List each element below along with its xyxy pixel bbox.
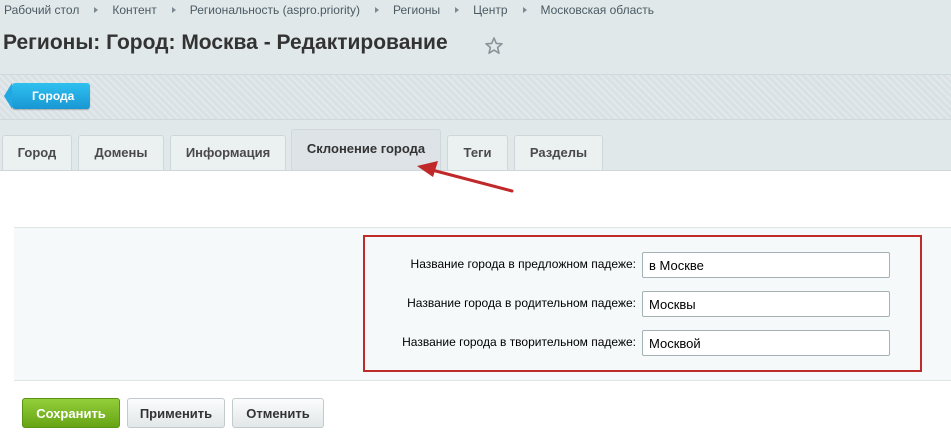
chevron-right-icon [94, 7, 99, 13]
tab-content: Название города в предложном падеже: Наз… [0, 170, 951, 433]
tab-city[interactable]: Город [2, 135, 72, 170]
star-icon[interactable] [484, 36, 504, 56]
form-row-instrumental: Название города в творительном падеже: [365, 330, 924, 358]
form-row-genitive: Название города в родительном падеже: [365, 291, 924, 319]
field-label-prepositional: Название города в предложном падеже: [410, 257, 636, 271]
chevron-right-icon [374, 7, 379, 13]
breadcrumb-item-moscow-oblast[interactable]: Московская область [541, 3, 655, 17]
context-toolbar: Города [0, 74, 951, 120]
breadcrumb-item-content[interactable]: Контент [112, 3, 156, 17]
form-row-prepositional: Название города в предложном падеже: [365, 252, 924, 280]
breadcrumb-item-center[interactable]: Центр [473, 3, 507, 17]
tab-domains[interactable]: Домены [78, 135, 164, 170]
breadcrumb-item-desktop[interactable]: Рабочий стол [4, 3, 79, 17]
tab-information[interactable]: Информация [170, 135, 286, 170]
chevron-right-icon [455, 7, 460, 13]
cancel-button[interactable]: Отменить [232, 398, 324, 428]
breadcrumb: Рабочий стол Контент Региональность (asp… [4, 2, 654, 18]
breadcrumb-item-regions[interactable]: Регионы [393, 3, 440, 17]
field-label-genitive: Название города в родительном падеже: [407, 296, 636, 310]
save-button[interactable]: Сохранить [22, 398, 120, 428]
page-title: Регионы: Город: Москва - Редактирование [3, 31, 448, 54]
instrumental-case-input[interactable] [642, 330, 890, 356]
field-label-instrumental: Название города в творительном падеже: [402, 335, 636, 349]
chevron-right-icon [522, 7, 527, 13]
highlight-frame: Название города в предложном падеже: Наз… [363, 235, 922, 372]
tab-tags[interactable]: Теги [447, 135, 508, 170]
cities-back-button[interactable]: Города [3, 83, 91, 109]
tab-city-declension[interactable]: Склонение города [291, 129, 441, 171]
genitive-case-input[interactable] [642, 291, 890, 317]
chevron-right-icon [171, 7, 176, 13]
breadcrumb-item-regionality[interactable]: Региональность (aspro.priority) [190, 3, 360, 17]
prepositional-case-input[interactable] [642, 252, 890, 278]
tab-bar: Город Домены Информация Склонение города… [0, 129, 951, 171]
form-panel: Название города в предложном падеже: Наз… [14, 227, 951, 381]
tab-sections[interactable]: Разделы [514, 135, 603, 170]
apply-button[interactable]: Применить [127, 398, 225, 428]
